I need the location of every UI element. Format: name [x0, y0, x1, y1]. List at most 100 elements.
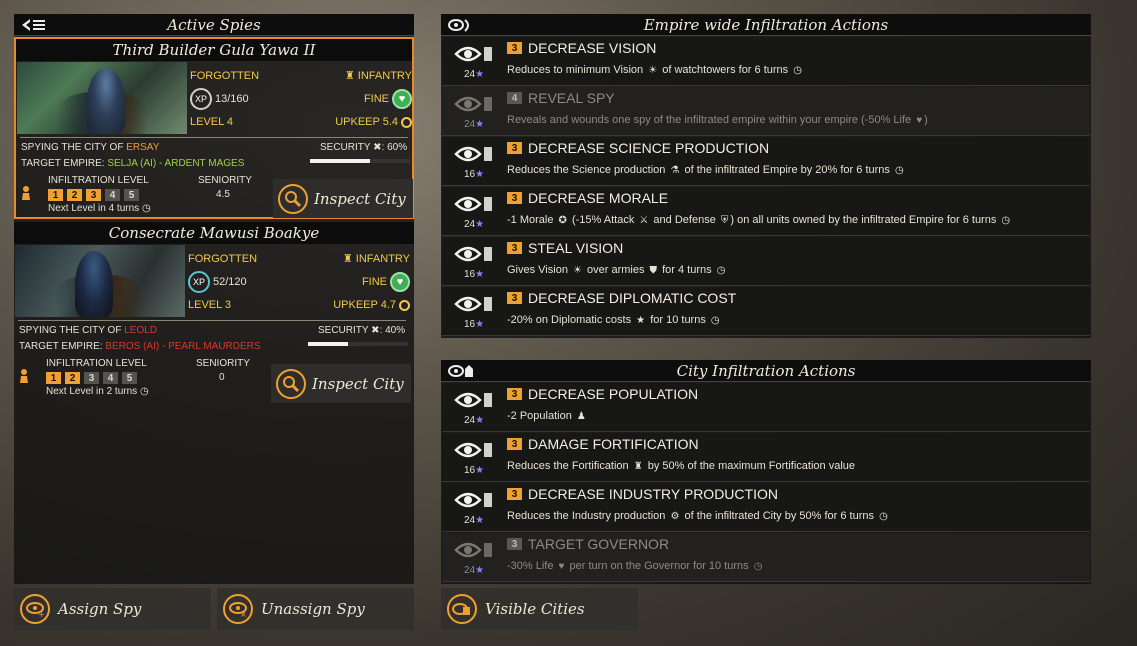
- influence-star-icon: ★: [475, 119, 485, 130]
- eye-vision-icon: [454, 46, 492, 62]
- action-description: Reduces the Fortification ♜ by 50% of th…: [507, 460, 855, 472]
- action-row[interactable]: 16★ 3 STEAL VISION Gives Vision ☀ over armi…: [442, 237, 1090, 286]
- action-row[interactable]: 24★ 4 REVEAL SPY Reveals and wounds one spy…: [442, 87, 1090, 136]
- empire-actions-title: Empire wide Infiltration Actions: [643, 15, 889, 34]
- action-level-badge: 3: [507, 292, 522, 304]
- spy-upkeep: UPKEEP 5.4: [335, 116, 398, 128]
- divider: [20, 137, 408, 138]
- heart-icon: ♥: [390, 272, 410, 292]
- city-actions-panel: City Infiltration Actions 24★ 3 DECREASE P…: [441, 360, 1091, 584]
- action-description: Reveals and wounds one spy of the infilt…: [507, 114, 928, 126]
- spying-label: SPYING THE CITY OF: [19, 325, 122, 336]
- action-row[interactable]: 24★ 3 DECREASE MORALE -1 Morale ✪ (-15% Att…: [442, 187, 1090, 236]
- target-empire: SELJA (AI) - ARDENT MAGES: [107, 158, 245, 169]
- heart-icon: ♥: [392, 89, 412, 109]
- action-row[interactable]: 16★ 3 DAMAGE FORTIFICATION Reduces the Fort…: [442, 433, 1090, 482]
- spy-faction: FORGOTTEN: [188, 252, 258, 265]
- action-description: Gives Vision ☀ over armies ⛊ for 4 turns…: [507, 264, 727, 276]
- dust-coin-icon: [399, 299, 410, 311]
- security-label: SECURITY: [318, 325, 369, 336]
- action-row[interactable]: 24★ 3 DECREASE VISION Reduces to minimum Vi…: [442, 37, 1090, 86]
- eye-reveal-icon: [454, 96, 492, 112]
- divider: [18, 320, 406, 321]
- visible-cities-button[interactable]: Visible Cities: [441, 588, 638, 630]
- xp-icon: XP: [188, 271, 210, 293]
- description-text: of watchtowers for 6 turns: [659, 64, 792, 76]
- security-bar-fill: [308, 342, 348, 346]
- spied-city: LEOLD: [124, 325, 158, 336]
- inline-icon: ◷: [793, 65, 802, 76]
- visible-cities-icon: [447, 594, 477, 624]
- action-cost: 24: [464, 69, 476, 80]
- description-text: per turn on the Governor for 10 turns: [566, 560, 752, 572]
- assign-spy-button[interactable]: + Assign Spy: [14, 588, 211, 630]
- city-actions-title: City Infiltration Actions: [676, 361, 856, 380]
- action-row[interactable]: 24★ 3 DECREASE POPULATION -2 Population ♟: [442, 383, 1090, 432]
- infiltration-label: INFILTRATION LEVEL: [48, 175, 149, 186]
- assign-spy-icon: +: [20, 594, 50, 624]
- action-title: TARGET GOVERNOR: [528, 536, 670, 552]
- description-text: -2 Population: [507, 410, 575, 422]
- description-text: ) on all units owned by the infiltrated …: [730, 214, 1000, 226]
- spy-portrait: [17, 62, 187, 134]
- action-title: DECREASE MORALE: [528, 190, 669, 206]
- target-label: TARGET EMPIRE:: [21, 158, 105, 169]
- action-level-badge: 4: [507, 92, 522, 104]
- action-row[interactable]: 16★ 3 DECREASE DIPLOMATIC COST -20% on Dipl…: [442, 287, 1090, 336]
- action-row[interactable]: 24★ 3 DECREASE INDUSTRY PRODUCTION Reduces …: [442, 483, 1090, 532]
- next-level-text: Next Level in 4 turns: [48, 203, 140, 214]
- action-level-badge: 3: [507, 438, 522, 450]
- description-text: Reduces the Fortification: [507, 460, 632, 472]
- inline-icon: ☀: [648, 65, 658, 76]
- spied-city: ERSAY: [126, 142, 160, 153]
- inline-icon: ⛊: [649, 265, 658, 276]
- magnifier-icon: [276, 368, 306, 399]
- spy-upkeep: UPKEEP 4.7: [333, 299, 396, 311]
- spy-portrait: [15, 245, 185, 317]
- inline-icon: ★: [636, 315, 646, 326]
- seniority-label: SENIORITY: [198, 175, 252, 186]
- action-cost: 16: [464, 465, 476, 476]
- influence-star-icon: ★: [475, 169, 485, 180]
- inline-icon: ⚗: [670, 165, 680, 176]
- action-level-badge: 3: [507, 242, 522, 254]
- action-title: DAMAGE FORTIFICATION: [528, 436, 699, 452]
- infantry-icon: ♜: [342, 253, 356, 265]
- eye-steal-icon: [454, 246, 492, 262]
- description-text: Reduces the Industry production: [507, 510, 669, 522]
- action-cost: 24: [464, 119, 476, 130]
- inline-icon: ◷: [716, 265, 726, 276]
- action-title: DECREASE DIPLOMATIC COST: [528, 290, 737, 306]
- eye-industry-icon: [454, 492, 492, 508]
- spy-level: LEVEL 3: [188, 299, 232, 311]
- spy-card[interactable]: Third Builder Gula Yawa II FORGOTTEN ♜ I…: [14, 37, 414, 219]
- action-description: -30% Life ♥ per turn on the Governor for…: [507, 560, 764, 572]
- visible-cities-label: Visible Cities: [485, 600, 585, 618]
- action-row[interactable]: 24★ 3 TARGET GOVERNOR -30% Life ♥ per turn …: [442, 533, 1090, 582]
- spy-faction: FORGOTTEN: [190, 69, 260, 82]
- action-description: -1 Morale ✪ (-15% Attack ⚔ and Defense ⛨…: [507, 214, 1012, 226]
- next-level-text: Next Level in 2 turns: [46, 386, 138, 397]
- eye-laurel-icon: [448, 19, 469, 32]
- turn-icon: ◷: [141, 203, 151, 214]
- action-level-badge: 3: [507, 538, 522, 550]
- infil-level-1: 1: [48, 189, 63, 201]
- spy-xp: 52/120: [213, 276, 247, 288]
- xp-icon: XP: [190, 88, 212, 110]
- spy-pawn-icon: [20, 369, 28, 383]
- inline-icon: ⚔: [639, 215, 649, 226]
- description-text: -1 Morale: [507, 214, 557, 226]
- seniority-label: SENIORITY: [196, 358, 250, 369]
- action-row[interactable]: 16★ 3 DECREASE SCIENCE PRODUCTION Reduces t…: [442, 137, 1090, 186]
- action-cost: 24: [464, 565, 476, 576]
- infil-level-3: 3: [86, 189, 101, 201]
- svg-text:×: ×: [240, 610, 247, 617]
- action-cost: 16: [464, 269, 476, 280]
- inline-icon: ⛨: [720, 215, 729, 226]
- inspect-city-button[interactable]: Inspect City: [273, 179, 413, 218]
- infil-level-2: 2: [67, 189, 82, 201]
- action-cost: 16: [464, 169, 476, 180]
- inspect-city-button[interactable]: Inspect City: [271, 364, 411, 403]
- spy-card[interactable]: Consecrate Mawusi Boakye FORGOTTEN ♜ INF…: [14, 222, 414, 404]
- unassign-spy-button[interactable]: × Unassign Spy: [217, 588, 414, 630]
